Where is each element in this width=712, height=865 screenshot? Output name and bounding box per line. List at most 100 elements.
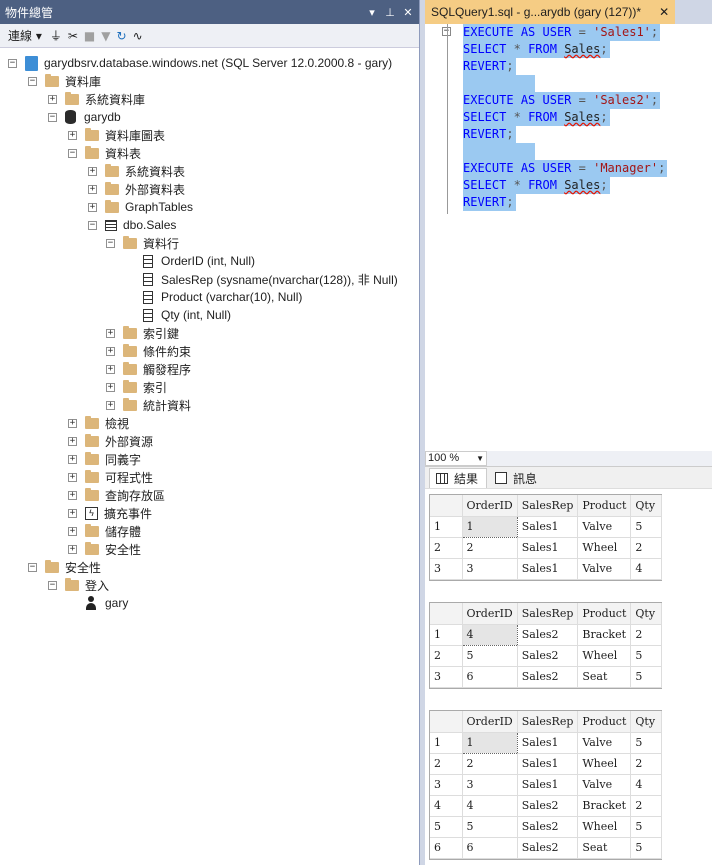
table-row[interactable]: 2 2 Sales1 Wheel 2 <box>430 753 663 775</box>
column-header[interactable]: Product <box>577 711 632 733</box>
refresh-icon[interactable]: ↻ <box>117 29 127 43</box>
grid-cell[interactable]: Valve <box>577 516 632 538</box>
column-header[interactable]: OrderID <box>462 603 518 625</box>
tree-node[interactable]: − 資料行 <box>106 234 179 252</box>
grid-cell[interactable]: Sales1 <box>517 516 579 538</box>
grid-cell[interactable]: 2 <box>630 753 663 775</box>
tab-sqlquery1[interactable]: SQLQuery1.sql - g...arydb (gary (127))* … <box>425 0 676 24</box>
filter-icon[interactable]: ▼ <box>101 29 110 43</box>
tree-node[interactable]: SalesRep (sysname(nvarchar(128)), 非 Null… <box>126 270 398 288</box>
grid-cell[interactable]: Sales1 <box>517 558 579 580</box>
connect-button[interactable]: 連線 ▾ <box>6 27 44 44</box>
expand-icon[interactable]: + <box>68 436 77 446</box>
expand-icon[interactable]: + <box>68 472 77 482</box>
row-number[interactable]: 6 <box>430 837 463 859</box>
grid-cell[interactable]: 1 <box>461 731 518 754</box>
close-icon[interactable]: ✕ <box>401 6 415 19</box>
grid-cell[interactable]: 1 <box>461 515 518 538</box>
grid-cell[interactable]: Sales1 <box>517 774 579 796</box>
tree-node[interactable]: − garydbsrv.database.windows.net (SQL Ser… <box>8 54 392 72</box>
grid-cell[interactable]: Seat <box>577 837 632 859</box>
grid-cell[interactable]: Seat <box>577 666 632 688</box>
grid-cell[interactable]: 4 <box>461 623 518 646</box>
row-number[interactable]: 5 <box>430 816 463 838</box>
expand-icon[interactable]: + <box>106 346 115 356</box>
grid-cell[interactable]: Wheel <box>577 537 632 559</box>
tree-node[interactable]: + 條件約束 <box>106 342 191 360</box>
table-row[interactable]: 3 3 Sales1 Valve 4 <box>430 558 663 580</box>
grid-cell[interactable]: 5 <box>630 837 663 859</box>
tab-results[interactable]: 結果 <box>429 468 488 488</box>
grid-cell[interactable]: Sales2 <box>517 816 579 838</box>
row-number[interactable]: 2 <box>430 753 463 775</box>
grid-cell[interactable]: 6 <box>462 837 518 859</box>
grid-cell[interactable]: Sales2 <box>517 837 579 859</box>
column-header[interactable]: Qty <box>630 711 663 733</box>
grid-cell[interactable]: 5 <box>462 645 518 667</box>
result-grid[interactable]: OrderID SalesRep Product Qty 1 4 Sales2 Bracket… <box>429 602 663 689</box>
expand-icon[interactable]: + <box>88 202 97 212</box>
tree-node[interactable]: + 檢視 <box>68 414 129 432</box>
tree-node[interactable]: Product (varchar(10), Null) <box>126 288 302 306</box>
grid-cell[interactable]: 3 <box>462 558 518 580</box>
tree-node[interactable]: − dbo.Sales <box>88 216 176 234</box>
grid-cell[interactable]: 5 <box>630 666 663 688</box>
stop-icon[interactable]: ■ <box>84 29 95 43</box>
zoom-select[interactable]: 100 % ▼ <box>425 451 487 466</box>
expand-icon[interactable]: + <box>106 382 115 392</box>
grid-corner[interactable] <box>430 495 463 517</box>
collapse-icon[interactable]: − <box>28 76 37 86</box>
expand-icon[interactable]: + <box>88 184 97 194</box>
table-row[interactable]: 2 5 Sales2 Wheel 5 <box>430 645 663 667</box>
grid-cell[interactable]: 3 <box>462 774 518 796</box>
column-header[interactable]: Product <box>577 603 632 625</box>
expand-icon[interactable]: + <box>48 94 57 104</box>
expand-icon[interactable]: + <box>106 364 115 374</box>
grid-cell[interactable]: 4 <box>462 795 518 817</box>
column-header[interactable]: Product <box>577 495 632 517</box>
grid-cell[interactable]: Sales1 <box>517 732 579 754</box>
row-number[interactable]: 1 <box>430 732 463 754</box>
column-header[interactable]: SalesRep <box>517 603 579 625</box>
tree-node[interactable]: − 資料表 <box>68 144 141 162</box>
grid-cell[interactable]: Sales2 <box>517 624 579 646</box>
grid-corner[interactable] <box>430 711 463 733</box>
table-row[interactable]: 4 4 Sales2 Bracket 2 <box>430 795 663 817</box>
tree-node[interactable]: + 索引鍵 <box>106 324 179 342</box>
row-number[interactable]: 3 <box>430 774 463 796</box>
grid-cell[interactable]: Sales2 <box>517 666 579 688</box>
grid-cell[interactable]: Sales1 <box>517 753 579 775</box>
grid-cell[interactable]: 6 <box>462 666 518 688</box>
disconnect-icon[interactable]: ✂ <box>68 29 78 43</box>
grid-cell[interactable]: 5 <box>630 516 663 538</box>
expand-icon[interactable]: + <box>88 166 97 176</box>
result-grid[interactable]: OrderID SalesRep Product Qty 1 1 Sales1 Valve 5 2… <box>429 710 663 860</box>
grid-cell[interactable]: Wheel <box>577 645 632 667</box>
grid-cell[interactable]: 5 <box>630 645 663 667</box>
expand-icon[interactable]: + <box>68 544 77 554</box>
grid-cell[interactable]: Bracket <box>577 795 632 817</box>
grid-cell[interactable]: Valve <box>577 558 632 580</box>
grid-cell[interactable]: 2 <box>630 795 663 817</box>
expand-icon[interactable]: + <box>68 130 77 140</box>
tree-node[interactable]: + ϟ 擴充事件 <box>68 504 152 522</box>
grid-cell[interactable]: Bracket <box>577 624 632 646</box>
tree-node[interactable]: + 可程式性 <box>68 468 153 486</box>
column-header[interactable]: SalesRep <box>517 495 579 517</box>
collapse-icon[interactable]: − <box>28 562 37 572</box>
tree-node[interactable]: + 同義字 <box>68 450 141 468</box>
table-row[interactable]: 2 2 Sales1 Wheel 2 <box>430 537 663 559</box>
collapse-icon[interactable]: − <box>8 58 17 68</box>
expand-icon[interactable]: + <box>68 526 77 536</box>
column-header[interactable]: SalesRep <box>517 711 579 733</box>
window-position-dropdown-icon[interactable]: ▾ <box>365 6 379 19</box>
row-number[interactable]: 4 <box>430 795 463 817</box>
tree-node[interactable]: − 登入 <box>48 576 109 594</box>
grid-cell[interactable]: Wheel <box>577 816 632 838</box>
grid-cell[interactable]: 5 <box>462 816 518 838</box>
tab-close-icon[interactable]: ✕ <box>659 5 669 19</box>
tree-node[interactable]: + 觸發程序 <box>106 360 191 378</box>
grid-cell[interactable]: Sales2 <box>517 795 579 817</box>
expand-icon[interactable]: + <box>68 454 77 464</box>
expand-icon[interactable]: + <box>68 508 77 518</box>
